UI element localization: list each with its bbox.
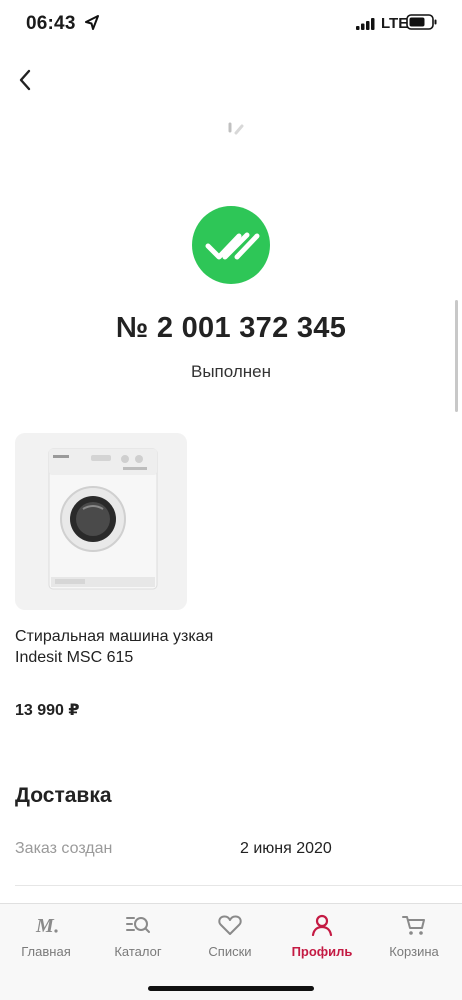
tab-profile[interactable]: Профиль bbox=[276, 904, 368, 974]
order-number: № 2 001 372 345 bbox=[115, 312, 347, 344]
order-created-date: 2 июня 2020 bbox=[240, 840, 332, 857]
loading-spinner-icon bbox=[228, 122, 244, 135]
svg-text:M: M bbox=[35, 915, 55, 936]
home-indicator bbox=[148, 986, 314, 991]
network-type: LTE bbox=[381, 15, 409, 32]
back-button[interactable] bbox=[14, 66, 38, 94]
cart-icon bbox=[402, 916, 425, 935]
tab-lists-label: Списки bbox=[208, 944, 252, 959]
divider bbox=[15, 885, 462, 886]
double-check-icon bbox=[205, 232, 260, 260]
tab-home-label: Главная bbox=[21, 944, 71, 959]
tab-catalog-label: Каталог bbox=[114, 944, 162, 959]
bottom-tab-bar: M Главная Каталог Списки Профиль Корзина bbox=[0, 903, 462, 1000]
tab-profile-label: Профиль bbox=[291, 944, 353, 959]
cellular-signal-icon bbox=[356, 18, 375, 30]
product-name[interactable]: Стиральная машина узкая Indesit MSC 615 bbox=[15, 626, 215, 668]
catalog-search-icon bbox=[126, 917, 150, 933]
tab-cart-label: Корзина bbox=[389, 944, 439, 959]
order-status: Выполнен bbox=[191, 362, 271, 381]
tab-lists[interactable]: Списки bbox=[184, 904, 276, 974]
tab-home[interactable]: M Главная bbox=[0, 904, 92, 974]
scrollbar[interactable] bbox=[455, 300, 458, 412]
washing-machine-image bbox=[48, 448, 158, 590]
order-created-label: Заказ создан bbox=[15, 840, 113, 857]
location-arrow-icon bbox=[85, 15, 99, 30]
brand-m-icon: M bbox=[35, 915, 58, 936]
battery-icon bbox=[406, 14, 437, 30]
status-bar: 06:43 LTE bbox=[0, 0, 462, 50]
product-price: 13 990 ₽ bbox=[15, 702, 80, 719]
tab-cart[interactable]: Корзина bbox=[368, 904, 460, 974]
heart-icon bbox=[218, 915, 242, 935]
delivery-section-title: Доставка bbox=[15, 784, 112, 807]
product-card[interactable] bbox=[15, 433, 187, 610]
chevron-left-icon bbox=[19, 69, 31, 91]
profile-icon bbox=[311, 914, 333, 936]
tab-catalog[interactable]: Каталог bbox=[92, 904, 184, 974]
status-time: 06:43 bbox=[26, 13, 76, 34]
order-completed-icon bbox=[192, 206, 270, 284]
